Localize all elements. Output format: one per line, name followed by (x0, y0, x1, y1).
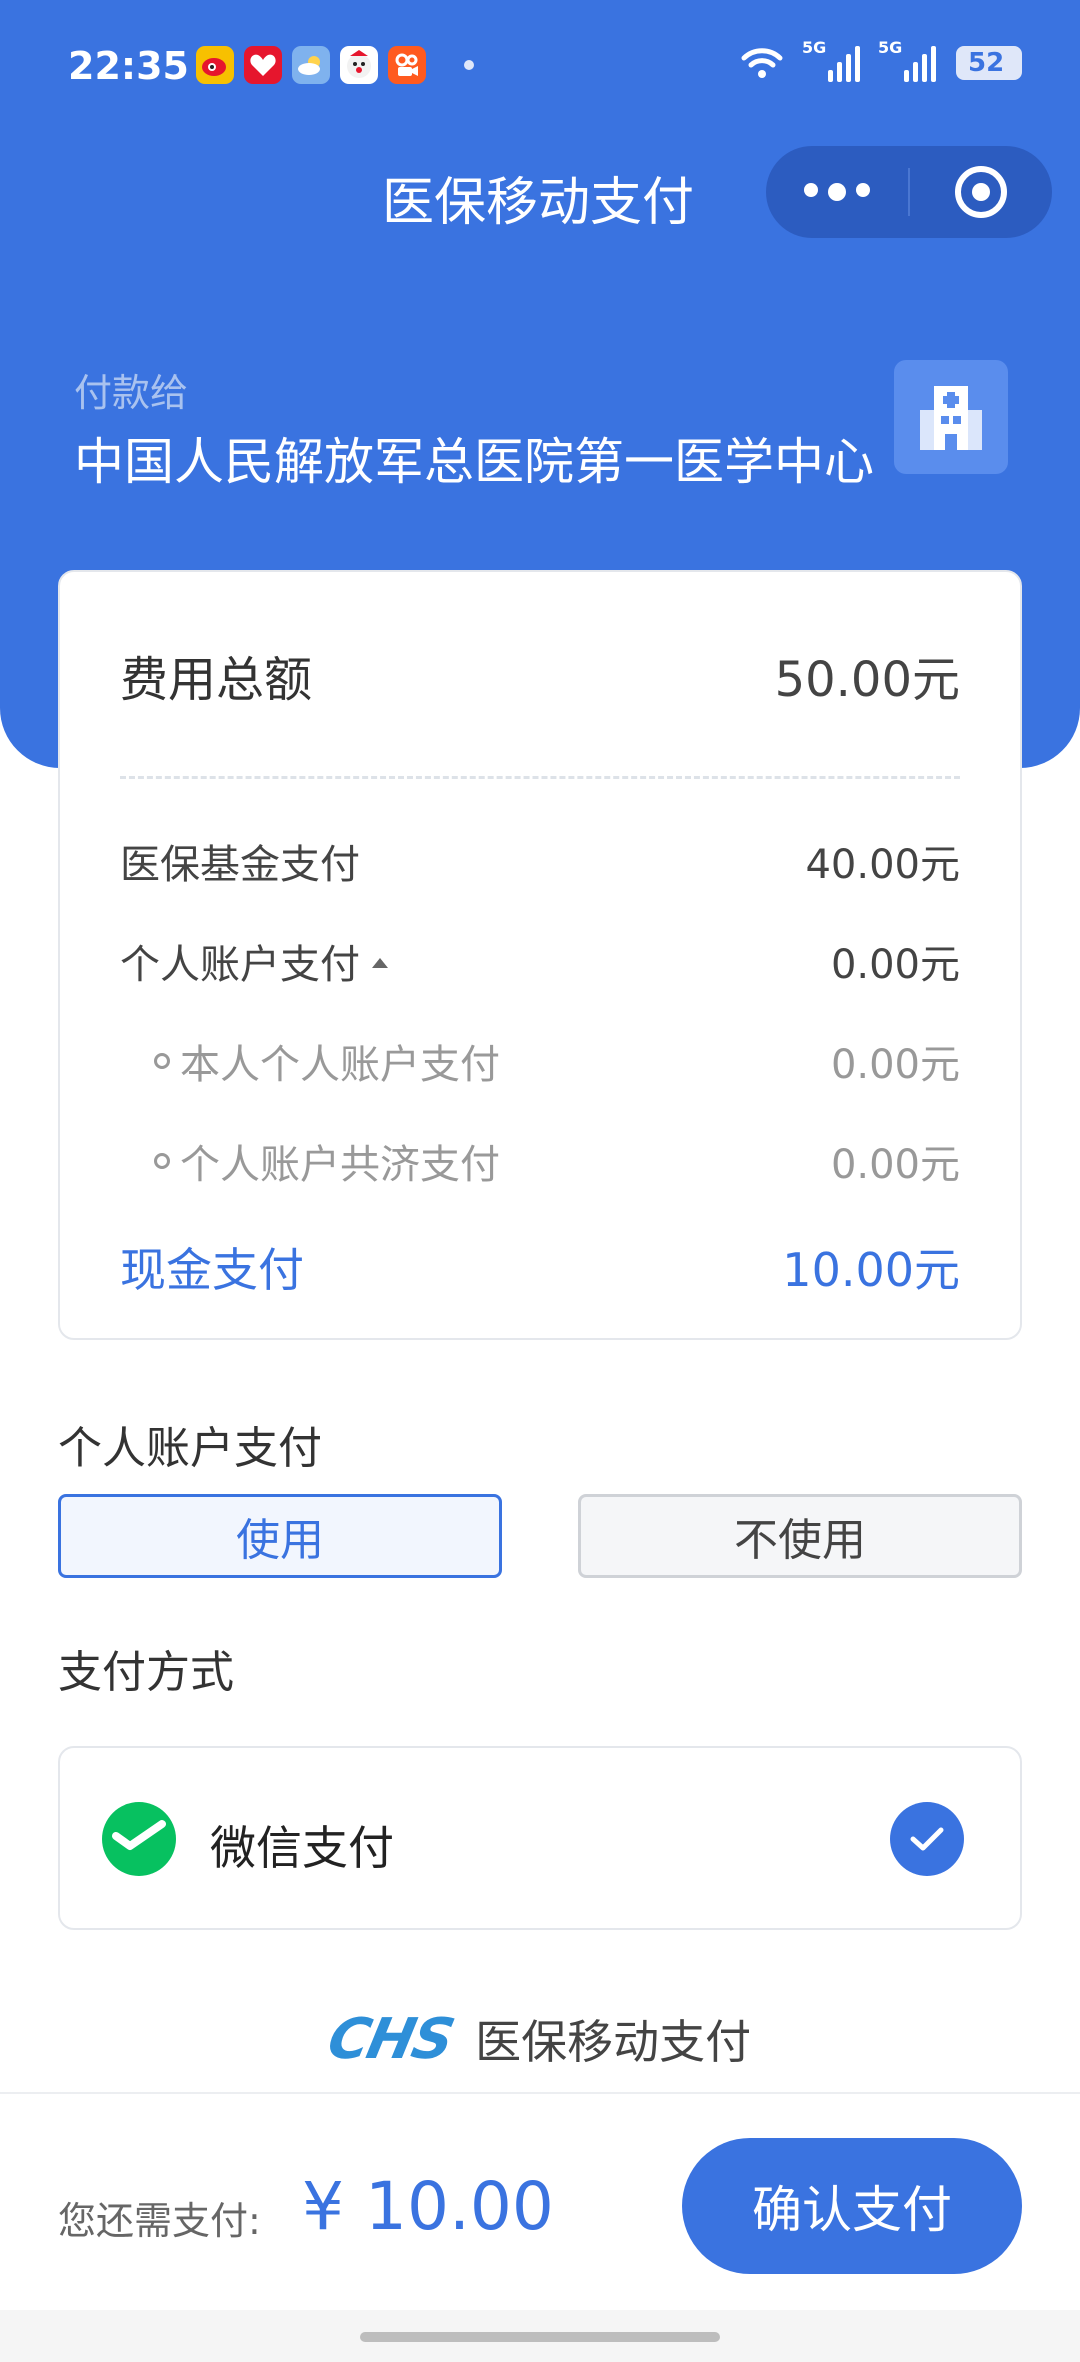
brand-text: 医保移动支付 (475, 2015, 752, 2069)
wechat-pay-icon (102, 1802, 176, 1876)
wifi-icon (741, 48, 783, 78)
total-row: 费用总额 50.00元 (120, 640, 960, 710)
self-account-label: 本人个人账户支付 (180, 1042, 500, 1088)
payee-label: 付款给 (74, 371, 189, 415)
cash-payment-label: 现金支付 (120, 1243, 304, 1297)
divider (120, 776, 960, 779)
status-time: 22:35 (68, 44, 189, 88)
home-indicator[interactable] (360, 2332, 720, 2342)
more-notifications-dot (464, 60, 474, 70)
kuaishou-icon (388, 46, 426, 84)
total-value: 50.00元 (774, 652, 960, 708)
total-label: 费用总额 (120, 652, 313, 708)
status-bar: 22:35 5G 5G 52 (0, 0, 1080, 130)
network-type-1: 5G (802, 38, 827, 57)
payment-method-section-title: 支付方式 (58, 1647, 234, 1698)
self-account-row: 本人个人账户支付 0.00元 (120, 1032, 960, 1090)
brand-footer: CHS 医保移动支付 (0, 2006, 1080, 2072)
gesture-area (0, 2310, 1080, 2362)
fund-payment-row: 医保基金支付 40.00元 (120, 832, 960, 890)
more-button[interactable] (766, 183, 908, 201)
network-type-2: 5G (878, 38, 903, 57)
chs-logo: CHS (321, 2006, 459, 2072)
status-right: 5G 5G 52 (740, 38, 1022, 82)
personal-account-value: 0.00元 (830, 942, 960, 988)
amount-due-label: 您还需支付: (58, 2199, 261, 2243)
mutual-account-item: 个人账户共济支付 (120, 1132, 500, 1190)
self-account-item: 本人个人账户支付 (120, 1032, 500, 1090)
self-account-value: 0.00元 (830, 1042, 960, 1088)
amount-due-value: ¥ 10.00 (302, 2168, 554, 2245)
target-icon (955, 166, 1007, 218)
battery-icon: 52 (956, 46, 1022, 80)
fee-summary-card: 费用总额 50.00元 医保基金支付 40.00元 个人账户支付 0.00元 本… (58, 570, 1022, 1340)
personal-account-section-title: 个人账户支付 (58, 1423, 322, 1474)
caret-up-icon (372, 958, 388, 968)
fund-payment-label: 医保基金支付 (120, 842, 360, 888)
selected-check-icon[interactable] (890, 1802, 964, 1876)
fund-payment-value: 40.00元 (805, 842, 960, 888)
weather-icon (292, 46, 330, 84)
page: 22:35 5G 5G 52 医保移动支付 付款给 中国人民解放军总医院第一医学… (0, 0, 1080, 2362)
personal-account-toggle[interactable]: 个人账户支付 (120, 932, 388, 990)
cash-payment-row: 现金支付 10.00元 (120, 1234, 960, 1300)
use-personal-account-button[interactable]: 使用 (58, 1494, 502, 1578)
not-use-personal-account-button[interactable]: 不使用 (578, 1494, 1022, 1578)
personal-account-label: 个人账户支付 (120, 942, 360, 988)
wechat-pay-option[interactable]: 微信支付 (58, 1746, 1022, 1930)
confirm-payment-button[interactable]: 确认支付 (682, 2138, 1022, 2274)
mutual-account-label: 个人账户共济支付 (180, 1142, 500, 1188)
mascot-app-icon (340, 46, 378, 84)
payee-name: 中国人民解放军总医院第一医学中心 (74, 433, 874, 491)
weibo-icon (196, 46, 234, 84)
cash-payment-value: 10.00元 (782, 1243, 960, 1297)
notification-icons (196, 46, 474, 84)
personal-account-row[interactable]: 个人账户支付 0.00元 (120, 932, 960, 990)
hospital-icon (894, 360, 1008, 474)
mutual-account-value: 0.00元 (830, 1142, 960, 1188)
wechat-pay-label: 微信支付 (210, 1821, 394, 1875)
miniprogram-capsule (766, 146, 1052, 238)
bottom-bar: 您还需支付: ¥ 10.00 确认支付 (0, 2092, 1080, 2310)
signal-icon-2: 5G (878, 38, 936, 82)
signal-icon-1: 5G (802, 38, 860, 82)
battery-level: 52 (968, 48, 1005, 78)
close-miniprogram-button[interactable] (910, 166, 1052, 218)
heart-app-icon (244, 46, 282, 84)
page-title-text: 医保移动支付 (381, 173, 694, 233)
mutual-account-row: 个人账户共济支付 0.00元 (120, 1132, 960, 1190)
